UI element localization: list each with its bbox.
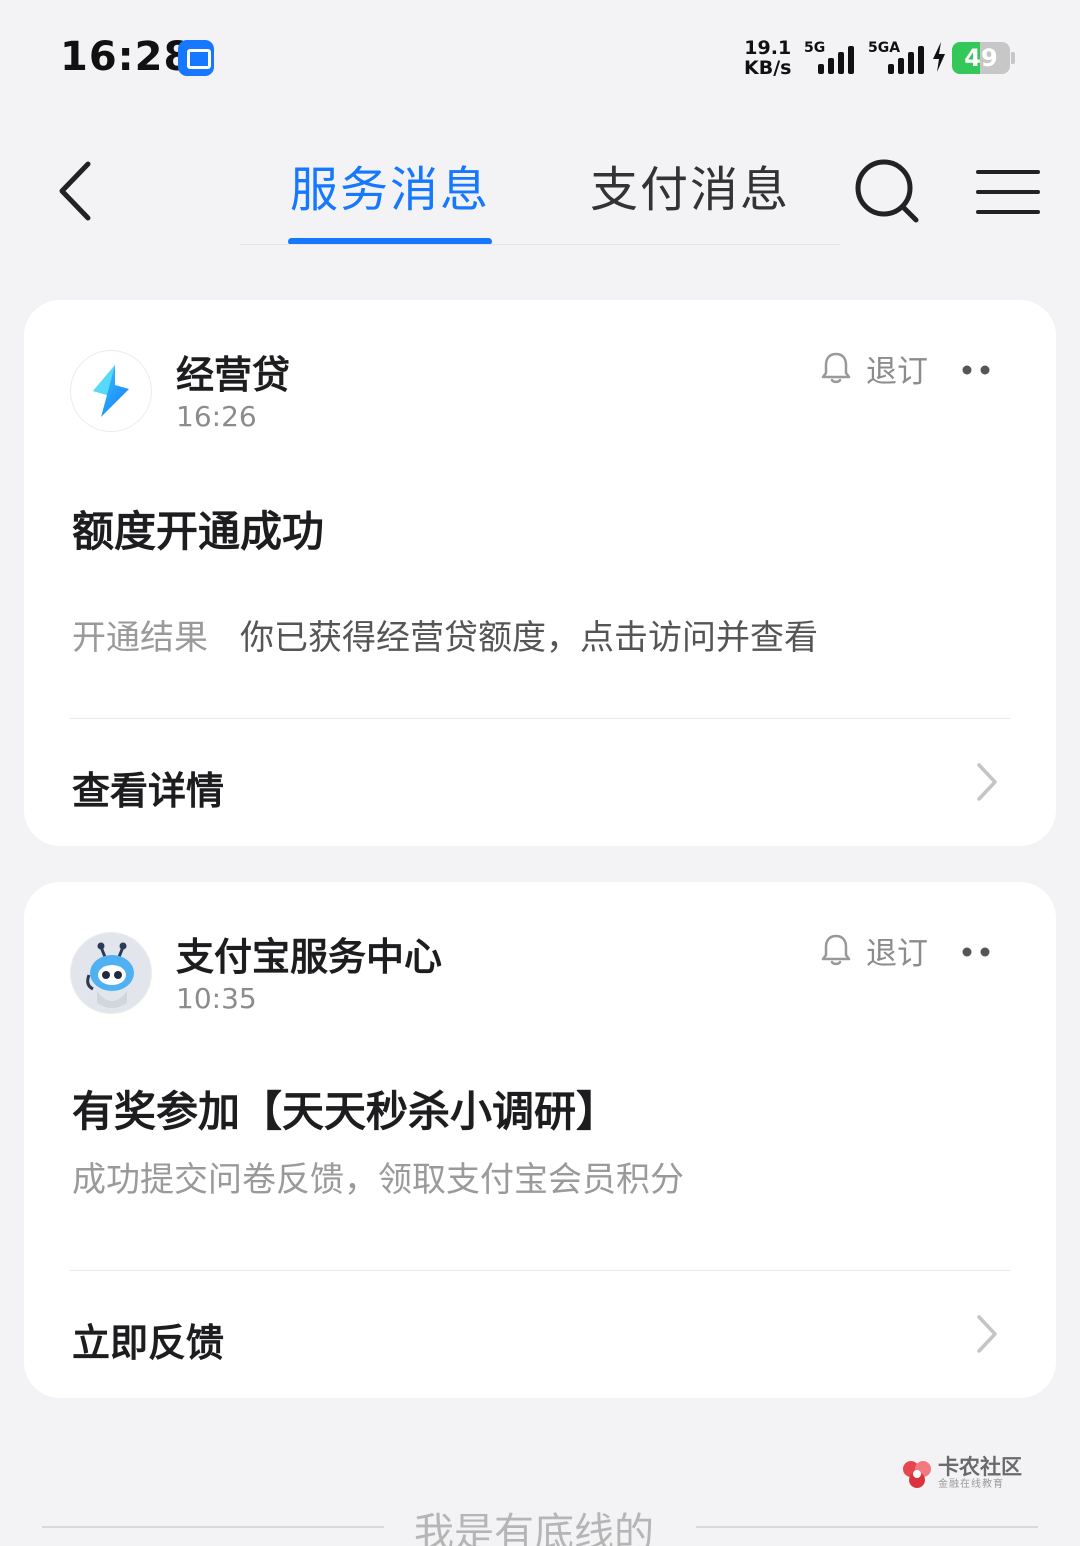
menu-icon[interactable]: [976, 168, 1040, 216]
unsubscribe-button[interactable]: 退订: [820, 930, 928, 972]
message-detail: 成功提交问卷反馈，领取支付宝会员积分: [72, 1152, 684, 1201]
detail-value: 成功提交问卷反馈，领取支付宝会员积分: [72, 1160, 684, 1200]
network-speed: 19.1 KB/s: [744, 38, 791, 78]
sender-avatar: [70, 350, 152, 432]
signal-strength-2-icon: [888, 44, 924, 74]
bell-icon: [821, 352, 851, 384]
screenshot-app-icon: [178, 40, 214, 76]
message-time: 10:35: [176, 982, 257, 1015]
sender-name: 支付宝服务中心: [176, 935, 443, 979]
footer-line-left: [42, 1526, 384, 1528]
sender-avatar: [70, 932, 152, 1014]
charging-bolt-icon: [933, 42, 945, 72]
card-divider: [70, 718, 1010, 719]
bell-icon: [821, 934, 851, 966]
message-time: 16:26: [176, 400, 257, 433]
battery-cap: [1011, 52, 1015, 64]
jingyingdai-logo-icon: [93, 365, 129, 417]
battery-level: 49: [964, 44, 998, 72]
network-speed-unit: KB/s: [744, 57, 792, 79]
unsubscribe-label: 退订: [866, 935, 928, 972]
network-speed-value: 19.1: [744, 37, 792, 59]
detail-value: 你已获得经营贷额度，点击访问并查看: [240, 618, 818, 658]
footer-line-right: [696, 1526, 1038, 1528]
message-title: 有奖参加【天天秒杀小调研】: [72, 1087, 619, 1136]
view-details-button[interactable]: 查看详情: [72, 760, 224, 815]
kanong-logo-icon: [903, 1461, 931, 1488]
sender-name: 经营贷: [176, 353, 291, 397]
give-feedback-button[interactable]: 立即反馈: [72, 1312, 224, 1367]
message-card[interactable]: 支付宝服务中心 10:35 退订 有奖参加【天天秒杀小调研】 成功提交问卷反馈，…: [24, 882, 1056, 1398]
unsubscribe-label: 退订: [866, 353, 928, 390]
back-arrow-icon[interactable]: [56, 160, 96, 222]
robot-mascot-icon: [71, 933, 151, 1013]
message-title: 额度开通成功: [72, 507, 325, 556]
watermark-subtitle: 金融在线教育: [938, 1479, 1004, 1490]
signal-strength-icon: [818, 44, 854, 74]
tab-divider: [240, 244, 840, 245]
end-of-list-text: 我是有底线的: [414, 1510, 654, 1546]
tab-payment-messages[interactable]: 支付消息: [590, 150, 790, 220]
message-card[interactable]: 经营贷 16:26 退订 额度开通成功 开通结果 你已获得经营贷额度，点击访问并查…: [24, 300, 1056, 846]
nav-header: 服务消息 支付消息: [0, 120, 1080, 250]
detail-key: 开通结果: [72, 618, 208, 658]
watermark-title: 卡农社区: [938, 1455, 1022, 1479]
status-bar: 16:28 19.1 KB/s 5G 5GA 49: [0, 0, 1080, 110]
tab-service-messages[interactable]: 服务消息: [290, 150, 490, 220]
card-divider: [70, 1270, 1010, 1271]
unsubscribe-button[interactable]: 退订: [820, 348, 928, 390]
more-options-icon[interactable]: [962, 364, 990, 376]
status-time: 16:28: [60, 34, 193, 80]
message-detail: 开通结果 你已获得经营贷额度，点击访问并查看: [72, 610, 818, 659]
more-options-icon[interactable]: [962, 946, 990, 958]
chevron-right-icon: [977, 763, 997, 801]
chevron-right-icon: [977, 1315, 997, 1353]
watermark: 卡农社区 金融在线教育: [900, 1456, 1022, 1492]
search-icon[interactable]: [852, 156, 924, 228]
battery-icon: 49: [952, 42, 1010, 74]
